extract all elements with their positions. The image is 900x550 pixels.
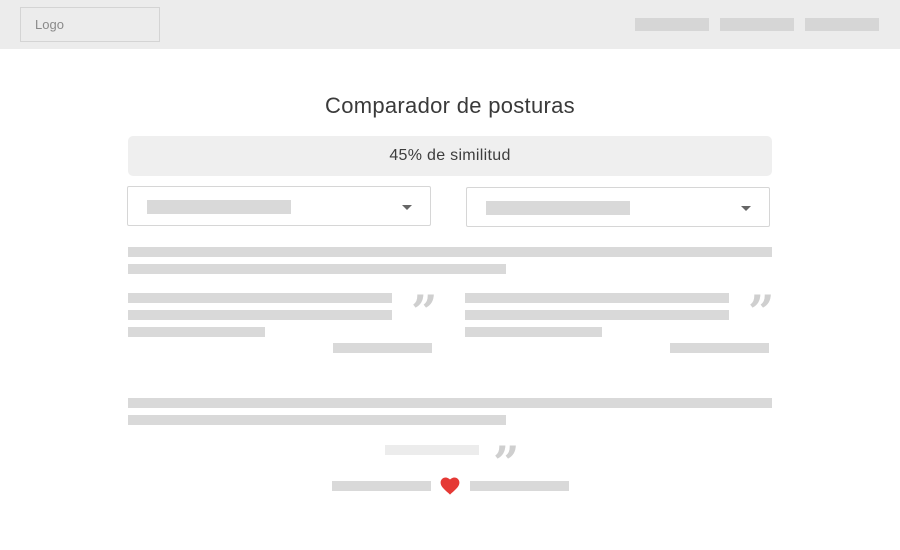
nav-item-1[interactable] (635, 18, 709, 31)
quote-line (465, 310, 729, 320)
posture-select-right[interactable] (466, 187, 770, 227)
quote-line (465, 293, 729, 303)
closing-quote-icon: ” (493, 440, 520, 470)
top-header: Logo (0, 0, 900, 49)
text-line (128, 264, 506, 274)
nav-item-2[interactable] (720, 18, 794, 31)
select-placeholder (147, 200, 291, 214)
page-title: Comparador de posturas (325, 93, 575, 118)
quote-author (670, 343, 769, 353)
logo[interactable]: Logo (20, 7, 160, 42)
quote-line (128, 327, 265, 337)
chevron-down-icon (402, 205, 412, 210)
footer-text (332, 481, 431, 491)
closing-quote-icon: ” (748, 289, 775, 319)
posture-select-left[interactable] (127, 186, 431, 226)
closing-quote-icon: ” (411, 289, 438, 319)
similarity-badge: 45% de similitud (128, 136, 772, 176)
quote-line (128, 310, 392, 320)
nav-item-3[interactable] (805, 18, 879, 31)
heart-shape (440, 477, 460, 495)
footer-text (470, 481, 569, 491)
quote-line (128, 293, 392, 303)
heart-icon (440, 477, 460, 495)
quote-author (333, 343, 432, 353)
chevron-down-icon (741, 206, 751, 211)
text-line (128, 247, 772, 257)
text-line (128, 398, 772, 408)
select-placeholder (486, 201, 630, 215)
text-line (128, 415, 506, 425)
quote-line (385, 445, 479, 455)
quote-line (465, 327, 602, 337)
page: Logo Comparador de posturas 45% de simil… (0, 0, 900, 550)
